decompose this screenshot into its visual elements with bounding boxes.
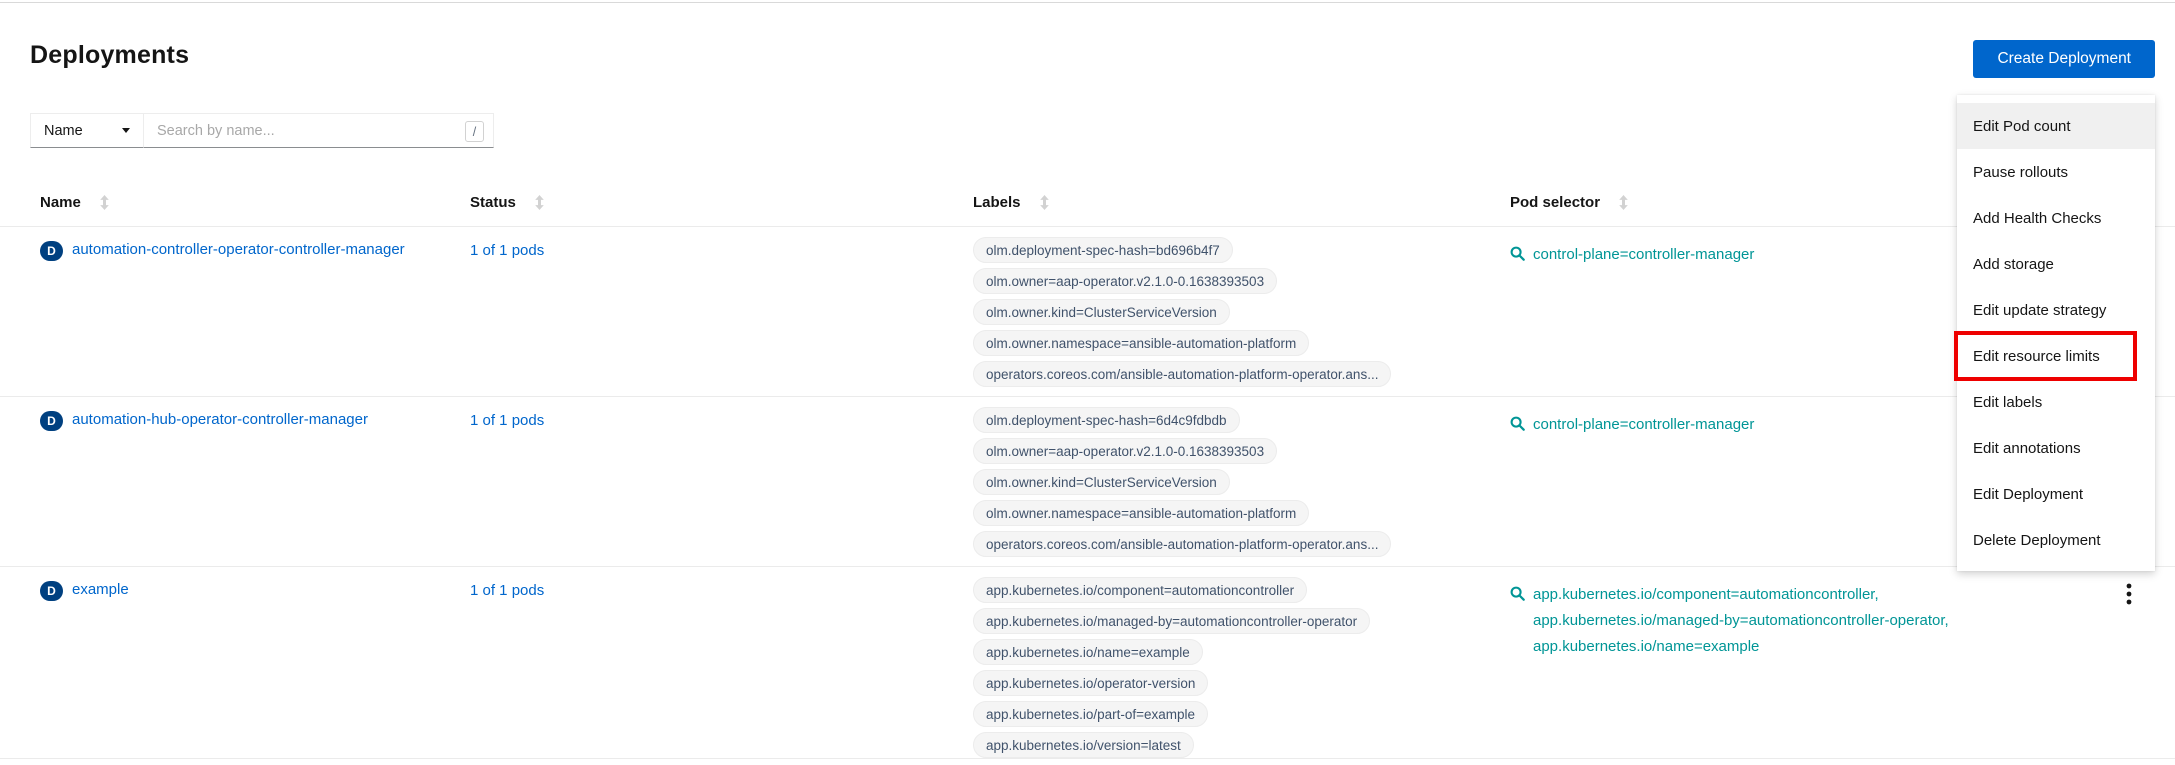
status-cell: 1 of 1 pods <box>470 567 973 600</box>
name-cell: D automation-hub-operator-controller-man… <box>40 397 470 431</box>
table-row: D example 1 of 1 pods app.kubernetes.io/… <box>0 567 2175 759</box>
sort-icon <box>1618 195 1629 210</box>
label-pill[interactable]: olm.owner=aap-operator.v2.1.0-0.16383935… <box>973 438 1277 464</box>
table-body: D automation-controller-operator-control… <box>0 227 2175 759</box>
kebab-icon <box>2126 583 2132 605</box>
deployment-name-link[interactable]: automation-controller-operator-controlle… <box>72 241 405 258</box>
label-pill[interactable]: olm.owner=aap-operator.v2.1.0-0.16383935… <box>973 268 1277 294</box>
masthead-divider <box>0 2 2175 3</box>
kebab-cell <box>2110 567 2175 612</box>
deployment-resource-badge: D <box>40 411 63 431</box>
column-header-label: Status <box>470 194 516 211</box>
sort-icon <box>99 195 110 210</box>
slash-shortcut-hint: / <box>465 121 484 142</box>
pod-selector-link[interactable]: control-plane=controller-manager <box>1533 412 1754 438</box>
kebab-menu-button[interactable] <box>2122 581 2136 612</box>
pod-selector-link[interactable]: app.kubernetes.io/component=automationco… <box>1533 582 1949 660</box>
create-deployment-button[interactable]: Create Deployment <box>1973 40 2155 78</box>
label-pill[interactable]: app.kubernetes.io/component=automationco… <box>973 577 1307 603</box>
deployment-name-link[interactable]: example <box>72 581 129 598</box>
column-header-labels[interactable]: Labels <box>973 194 1050 211</box>
deployment-resource-badge: D <box>40 241 63 261</box>
deployments-table: Name Status Labels Pod selector D automa… <box>0 178 2175 759</box>
menu-item-edit-labels[interactable]: Edit labels <box>1957 379 2155 425</box>
label-pill[interactable]: olm.deployment-spec-hash=6d4c9fdbdb <box>973 407 1240 433</box>
table-row: D automation-controller-operator-control… <box>0 227 2175 397</box>
column-header-label: Name <box>40 194 81 211</box>
actions-dropdown-menu: Edit Pod countPause rolloutsAdd Health C… <box>1957 95 2155 571</box>
labels-group: app.kubernetes.io/component=automationco… <box>973 567 1510 758</box>
label-pill[interactable]: operators.coreos.com/ansible-automation-… <box>973 361 1391 387</box>
status-cell: 1 of 1 pods <box>470 397 973 430</box>
table-row: D automation-hub-operator-controller-man… <box>0 397 2175 567</box>
status-pods-link[interactable]: 1 of 1 pods <box>470 412 544 429</box>
table-header-row: Name Status Labels Pod selector <box>0 178 2175 227</box>
search-icon <box>1510 246 1525 261</box>
label-pill[interactable]: olm.deployment-spec-hash=bd696b4f7 <box>973 237 1233 263</box>
pod-selector-link[interactable]: control-plane=controller-manager <box>1533 242 1754 268</box>
name-cell: D example <box>40 567 470 601</box>
menu-item-edit-update-strategy[interactable]: Edit update strategy <box>1957 287 2155 333</box>
label-pill[interactable]: operators.coreos.com/ansible-automation-… <box>973 531 1391 557</box>
filter-toolbar: Name / <box>30 113 494 148</box>
label-pill[interactable]: app.kubernetes.io/name=example <box>973 639 1203 665</box>
menu-item-add-storage[interactable]: Add storage <box>1957 241 2155 287</box>
menu-item-edit-deployment[interactable]: Edit Deployment <box>1957 471 2155 517</box>
deployment-name-link[interactable]: automation-hub-operator-controller-manag… <box>72 411 368 428</box>
search-box: / <box>144 113 494 148</box>
page-title: Deployments <box>30 41 189 70</box>
sort-icon <box>534 195 545 210</box>
column-header-name[interactable]: Name <box>40 194 110 211</box>
column-header-status[interactable]: Status <box>470 194 545 211</box>
label-pill[interactable]: app.kubernetes.io/part-of=example <box>973 701 1208 727</box>
menu-item-pause-rollouts[interactable]: Pause rollouts <box>1957 149 2155 195</box>
chevron-down-icon <box>122 128 130 133</box>
label-pill[interactable]: app.kubernetes.io/managed-by=automationc… <box>973 608 1370 634</box>
sort-icon <box>1039 195 1050 210</box>
label-pill[interactable]: olm.owner.namespace=ansible-automation-p… <box>973 500 1309 526</box>
labels-group: olm.deployment-spec-hash=6d4c9fdbdb olm.o… <box>973 397 1510 557</box>
filter-type-value: Name <box>44 123 83 139</box>
status-cell: 1 of 1 pods <box>470 227 973 260</box>
labels-group: olm.deployment-spec-hash=bd696b4f7 olm.ow… <box>973 227 1510 387</box>
column-header-label: Labels <box>973 194 1021 211</box>
deployment-resource-badge: D <box>40 581 63 601</box>
name-cell: D automation-controller-operator-control… <box>40 227 470 261</box>
status-pods-link[interactable]: 1 of 1 pods <box>470 242 544 259</box>
column-header-pod-selector[interactable]: Pod selector <box>1510 194 1629 211</box>
label-pill[interactable]: app.kubernetes.io/operator-version <box>973 670 1208 696</box>
label-pill[interactable]: app.kubernetes.io/version=latest <box>973 732 1194 758</box>
search-icon <box>1510 416 1525 431</box>
label-pill[interactable]: olm.owner.kind=ClusterServiceVersion <box>973 299 1230 325</box>
search-input[interactable] <box>144 114 493 147</box>
menu-item-add-health-checks[interactable]: Add Health Checks <box>1957 195 2155 241</box>
menu-item-edit-resource-limits[interactable]: Edit resource limits <box>1957 333 2155 379</box>
status-pods-link[interactable]: 1 of 1 pods <box>470 582 544 599</box>
pod-selector-cell: app.kubernetes.io/component=automationco… <box>1510 567 2110 660</box>
menu-item-edit-annotations[interactable]: Edit annotations <box>1957 425 2155 471</box>
search-icon <box>1510 586 1525 601</box>
filter-type-dropdown[interactable]: Name <box>30 113 144 148</box>
menu-item-delete-deployment[interactable]: Delete Deployment <box>1957 517 2155 563</box>
column-header-label: Pod selector <box>1510 194 1600 211</box>
label-pill[interactable]: olm.owner.namespace=ansible-automation-p… <box>973 330 1309 356</box>
label-pill[interactable]: olm.owner.kind=ClusterServiceVersion <box>973 469 1230 495</box>
menu-item-edit-pod-count[interactable]: Edit Pod count <box>1957 103 2155 149</box>
